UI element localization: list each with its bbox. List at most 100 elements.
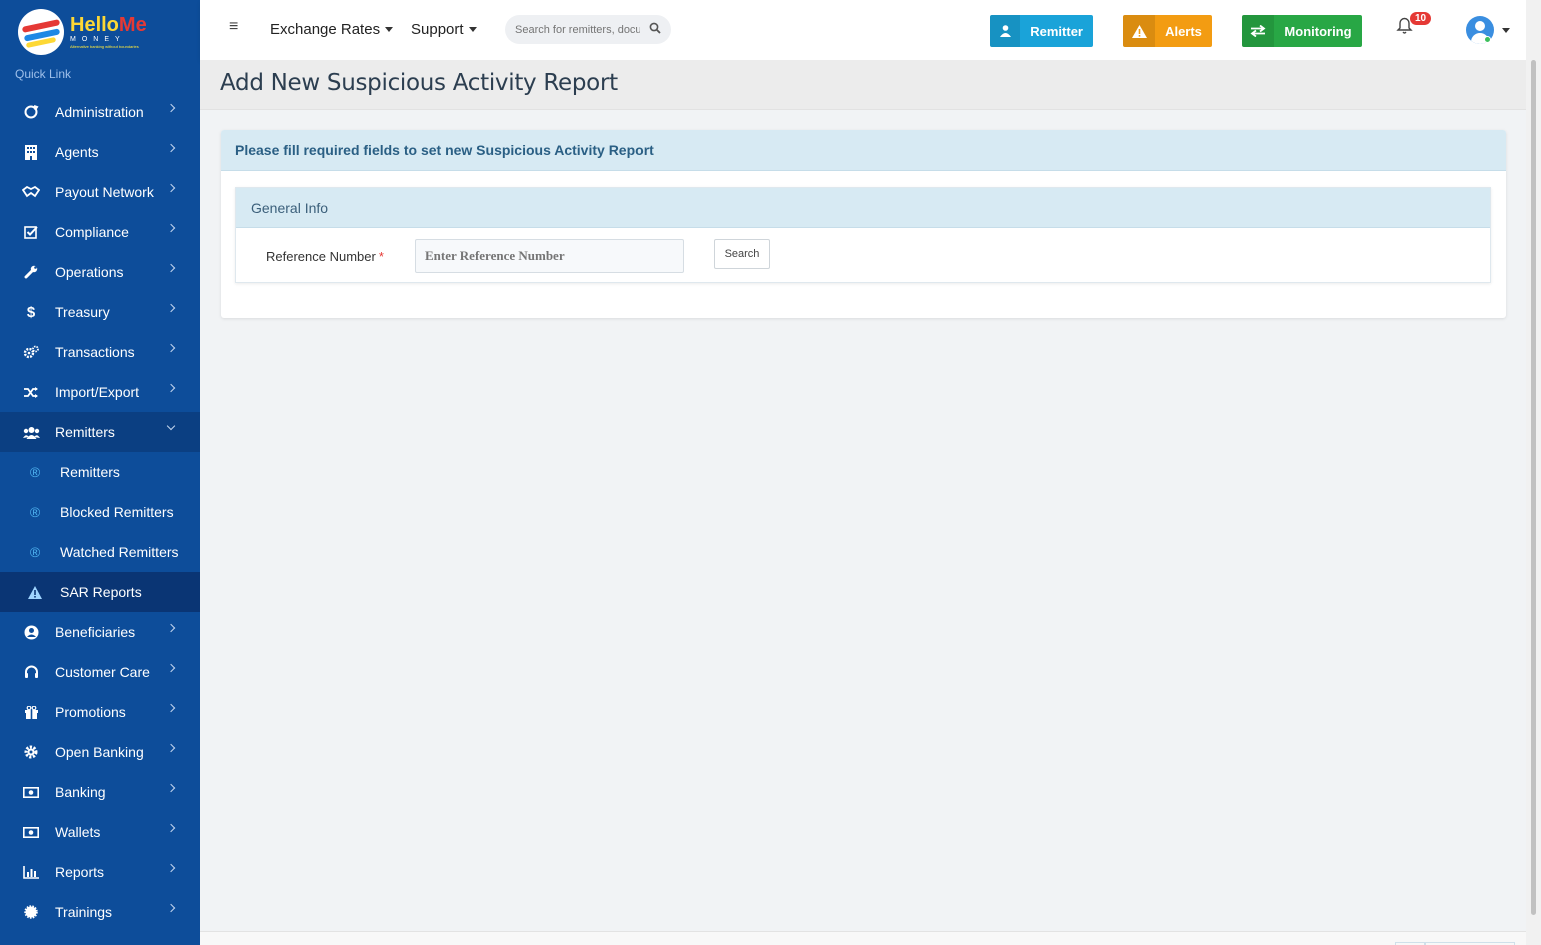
sidebar-item-label: Trainings <box>55 904 113 920</box>
sidebar-subitem-label: Blocked Remitters <box>60 504 174 520</box>
sidebar-item-label: Compliance <box>55 224 129 240</box>
users-icon <box>21 426 41 439</box>
sidebar-item-label: Operations <box>55 264 124 280</box>
page-title: Add New Suspicious Activity Report <box>220 70 618 96</box>
sidebar-item-wallets[interactable]: Wallets <box>0 812 200 852</box>
sidebar-item-promotions[interactable]: Promotions <box>0 692 200 732</box>
chevron-right-icon <box>166 703 176 713</box>
user-icon <box>990 15 1021 47</box>
sidebar-item-label: Open Banking <box>55 744 144 760</box>
hamburger-menu-icon[interactable]: ≡ <box>229 18 238 36</box>
alerts-button[interactable]: Alerts <box>1123 15 1212 47</box>
chevron-right-icon <box>166 903 176 913</box>
general-info-panel: General Info Reference Number* Search <box>235 187 1491 283</box>
sidebar-item-label: Customer Care <box>55 664 150 680</box>
brand-tagline: Alternative banking without boundaries <box>70 44 139 49</box>
sidebar-item-label: Banking <box>55 784 106 800</box>
gift-icon <box>21 705 41 719</box>
wrench-icon <box>21 265 41 279</box>
remitters-submenu: ® Remitters ® Blocked Remitters ® Watche… <box>0 452 200 612</box>
search-button[interactable]: Search <box>714 239 770 269</box>
reference-number-label-text: Reference Number <box>266 249 376 264</box>
sidebar-item-banking[interactable]: Banking <box>0 772 200 812</box>
sidebar-item-reports[interactable]: Reports <box>0 852 200 892</box>
sidebar-item-label: Promotions <box>55 704 126 720</box>
vertical-scrollbar[interactable] <box>1526 0 1541 945</box>
brand-sub: MONEY <box>70 36 126 43</box>
sidebar-item-administration[interactable]: Administration <box>0 92 200 132</box>
money-icon <box>21 786 41 798</box>
sidebar-item-customer-care[interactable]: Customer Care <box>0 652 200 692</box>
sidebar-item-operations[interactable]: Operations <box>0 252 200 292</box>
sidebar-item-beneficiaries[interactable]: Beneficiaries <box>0 612 200 652</box>
sidebar-subitem-blocked-remitters[interactable]: ® Blocked Remitters <box>0 492 200 532</box>
sidebar-item-import-export[interactable]: Import/Export <box>0 372 200 412</box>
sidebar-item-label: Treasury <box>55 304 110 320</box>
user-circle-icon <box>21 625 41 640</box>
brand-name-part1: Hello <box>70 14 119 36</box>
circle-arrow-icon <box>21 104 41 120</box>
chevron-right-icon <box>166 183 176 193</box>
sidebar-item-payout-network[interactable]: Payout Network <box>0 172 200 212</box>
registered-icon: ® <box>29 504 41 520</box>
search-icon[interactable] <box>649 22 661 34</box>
chevron-right-icon <box>166 303 176 313</box>
sidebar-item-label: Remitters <box>55 424 115 440</box>
sidebar-menu: Administration Agents Payout Network Com… <box>0 92 200 932</box>
chevron-right-icon <box>166 343 176 353</box>
sidebar-item-label: Administration <box>55 104 144 120</box>
reference-number-label: Reference Number * <box>266 249 384 264</box>
chevron-right-icon <box>166 783 176 793</box>
top-navbar: ≡ Exchange Rates Support Remitter Alerts… <box>200 0 1526 60</box>
sidebar-item-label: Transactions <box>55 344 135 360</box>
bar-chart-icon <box>21 865 41 879</box>
sidebar-item-label: Agents <box>55 144 99 160</box>
sidebar-item-label: Import/Export <box>55 384 140 400</box>
search-input[interactable] <box>515 23 640 36</box>
badge-icon <box>21 905 41 919</box>
sidebar-subitem-remitters[interactable]: ® Remitters <box>0 452 200 492</box>
sidebar-subitem-watched-remitters[interactable]: ® Watched Remitters <box>0 532 200 572</box>
globe-logo-icon <box>18 9 64 55</box>
warning-icon <box>25 585 45 599</box>
global-search <box>505 15 671 44</box>
sidebar-item-compliance[interactable]: Compliance <box>0 212 200 252</box>
exchange-arrows-icon <box>1242 15 1274 47</box>
remitter-button[interactable]: Remitter <box>990 15 1093 47</box>
reference-number-input[interactable] <box>415 239 684 273</box>
chevron-right-icon <box>166 823 176 833</box>
chevron-right-icon <box>166 223 176 233</box>
required-marker: * <box>378 249 384 264</box>
scrollbar-thumb[interactable] <box>1531 60 1536 915</box>
monitoring-button[interactable]: Monitoring <box>1242 15 1362 47</box>
sidebar-item-label: Beneficiaries <box>55 624 136 640</box>
exchange-rates-dropdown[interactable]: Exchange Rates <box>270 21 394 38</box>
sidebar-subitem-sar-reports[interactable]: SAR Reports <box>0 572 200 612</box>
sidebar-item-trainings[interactable]: Trainings <box>0 892 200 932</box>
sidebar-item-open-banking[interactable]: Open Banking <box>0 732 200 772</box>
building-icon <box>21 144 41 160</box>
caret-down-icon[interactable] <box>1502 28 1510 33</box>
cogs-icon <box>21 345 41 359</box>
chevron-right-icon <box>166 623 176 633</box>
warning-icon <box>1123 15 1155 47</box>
notification-badge: 10 <box>1410 12 1432 25</box>
brand-name-part2: Me <box>118 14 147 36</box>
money-icon <box>21 826 41 838</box>
brand-logo[interactable]: HelloMe MONEY Alternative banking withou… <box>18 8 158 56</box>
page-footer <box>200 931 1526 945</box>
sidebar-item-label: Reports <box>55 864 105 880</box>
sidebar-item-label: Wallets <box>55 824 101 840</box>
chevron-right-icon <box>166 103 176 113</box>
sidebar-subitem-label: Remitters <box>60 464 120 480</box>
sidebar-subitem-label: SAR Reports <box>60 584 142 600</box>
sidebar-item-transactions[interactable]: Transactions <box>0 332 200 372</box>
sidebar-item-treasury[interactable]: $ Treasury <box>0 292 200 332</box>
monitoring-button-label: Monitoring <box>1284 23 1352 39</box>
caret-down-icon <box>468 27 477 32</box>
quick-link-label: Quick Link <box>15 67 72 81</box>
caret-down-icon <box>385 27 394 32</box>
support-dropdown[interactable]: Support <box>411 21 477 38</box>
sidebar-item-remitters[interactable]: Remitters <box>0 412 200 452</box>
sidebar-item-agents[interactable]: Agents <box>0 132 200 172</box>
